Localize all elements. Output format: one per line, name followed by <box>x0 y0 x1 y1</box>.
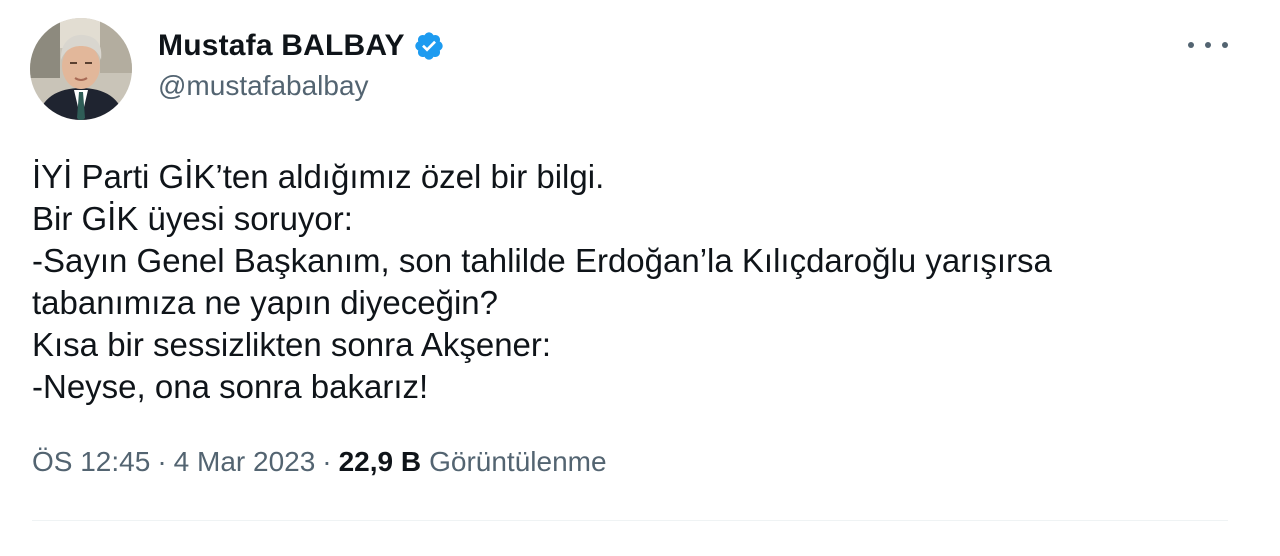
author-display-name[interactable]: Mustafa BALBAY <box>158 29 405 63</box>
tweet-line: tabanımıza ne yapın diyeceğin? <box>32 284 498 321</box>
views-label[interactable]: Görüntülenme <box>429 446 606 478</box>
tweet-line: Bir GİK üyesi soruyor: <box>32 200 353 237</box>
meta-separator: · <box>322 446 332 477</box>
avatar-image <box>30 18 132 120</box>
author-name-row: Mustafa BALBAY <box>158 26 445 66</box>
dot <box>1188 42 1194 48</box>
dot <box>1222 42 1228 48</box>
views-count[interactable]: 22,9 B <box>339 446 422 478</box>
more-options-icon[interactable] <box>1188 30 1228 60</box>
tweet-text: İYİ Parti GİK’ten aldığımız özel bir bil… <box>32 156 1232 408</box>
tweet-line: -Sayın Genel Başkanım, son tahlilde Erdo… <box>32 242 1052 279</box>
tweet-date[interactable]: 4 Mar 2023 <box>174 446 316 478</box>
tweet-line: İYİ Parti GİK’ten aldığımız özel bir bil… <box>32 158 605 195</box>
tweet-line: Kısa bir sessizlikten sonra Akşener: <box>32 326 552 363</box>
tweet-card: Mustafa BALBAY @mustafabalbay İYİ Parti … <box>0 0 1280 556</box>
divider <box>32 520 1228 521</box>
avatar[interactable] <box>30 18 132 120</box>
dot <box>1205 42 1211 48</box>
verified-badge-icon[interactable] <box>413 30 445 62</box>
meta-separator: · <box>157 446 167 477</box>
tweet-meta: ÖS 12:45 · 4 Mar 2023 · 22,9 B Görüntüle… <box>32 444 607 480</box>
author-handle[interactable]: @mustafabalbay <box>158 70 369 102</box>
tweet-time[interactable]: ÖS 12:45 <box>32 446 150 478</box>
tweet-line: -Neyse, ona sonra bakarız! <box>32 368 429 405</box>
